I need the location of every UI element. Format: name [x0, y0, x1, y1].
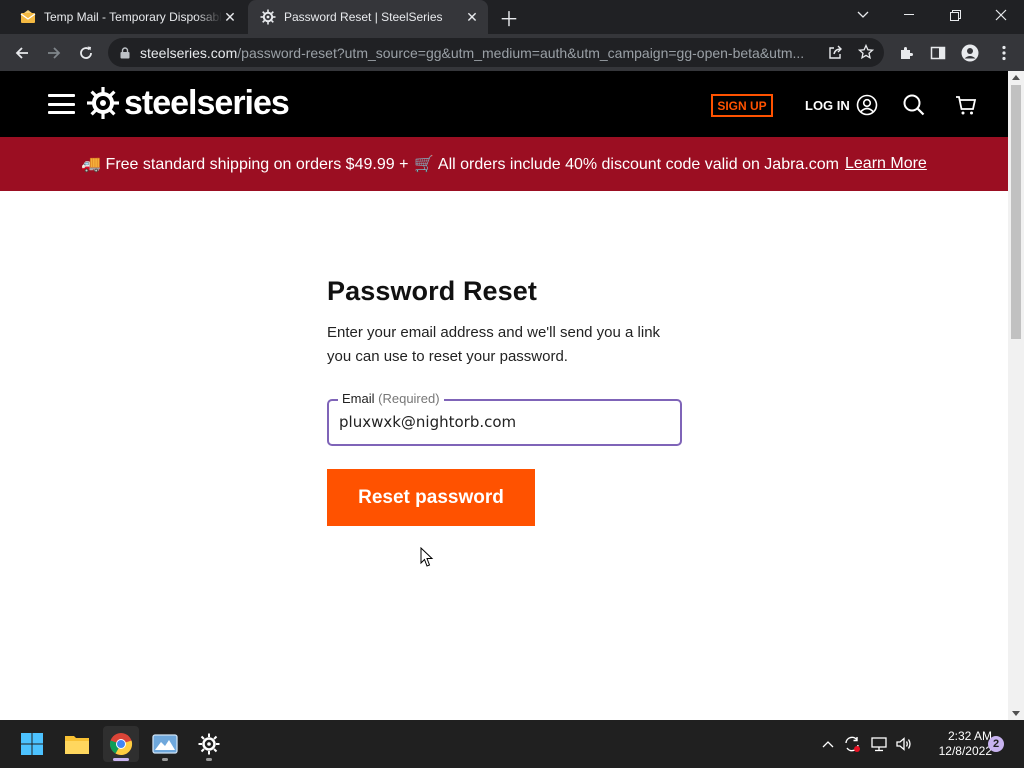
forward-button[interactable] — [40, 39, 68, 67]
promo-shipping-text: 🚚 Free standard shipping on orders $49.9… — [81, 156, 409, 173]
close-window-button[interactable] — [978, 0, 1024, 30]
share-icon[interactable] — [828, 44, 844, 63]
running-app-indicator — [206, 758, 212, 761]
logo-wordmark: steelseries — [124, 83, 290, 122]
reset-password-button[interactable]: Reset password — [327, 469, 535, 526]
notification-badge[interactable]: 2 — [988, 736, 1004, 752]
profile-icon[interactable] — [956, 39, 984, 67]
volume-icon[interactable] — [893, 733, 915, 755]
tab-title: Temp Mail - Temporary Disposable — [44, 10, 222, 24]
browser-menu-icon[interactable] — [990, 39, 1018, 67]
promo-banner: 🚚 Free standard shipping on orders $49.9… — [0, 137, 1008, 191]
search-icon[interactable] — [902, 93, 926, 117]
log-in-button[interactable]: LOG IN — [805, 94, 878, 116]
tab-search-icon[interactable] — [840, 0, 886, 30]
page-title: Password Reset — [327, 276, 537, 306]
back-button[interactable] — [8, 39, 36, 67]
tab-title: Password Reset | SteelSeries — [284, 10, 443, 24]
taskbar: 2:32 AM 12/8/2022 2 — [0, 720, 1024, 768]
address-bar[interactable]: steelseries.com /password-reset?utm_sour… — [108, 38, 884, 67]
restore-button[interactable] — [932, 0, 978, 30]
browser-toolbar: steelseries.com /password-reset?utm_sour… — [0, 34, 1024, 71]
bookmark-star-icon[interactable] — [857, 43, 875, 63]
page-scrollbar[interactable] — [1008, 71, 1024, 720]
new-tab-button[interactable]: ＋ — [497, 5, 521, 31]
browser-tab-strip: Temp Mail - Temporary Disposable ✕ Passw… — [0, 0, 1024, 34]
scrollbar-thumb[interactable] — [1011, 85, 1021, 339]
password-reset-form: Password Reset Enter your email address … — [327, 276, 687, 526]
email-field[interactable]: Email (Required) — [327, 391, 682, 446]
cart-icon[interactable] — [954, 93, 978, 117]
mouse-cursor-icon — [420, 546, 434, 573]
tab-temp-mail[interactable]: Temp Mail - Temporary Disposable ✕ — [8, 0, 246, 34]
log-in-label: LOG IN — [805, 97, 850, 113]
close-tab-icon[interactable]: ✕ — [464, 9, 480, 25]
photos-app-icon[interactable] — [147, 726, 183, 762]
side-panel-icon[interactable] — [924, 39, 952, 67]
sign-up-button[interactable]: SIGN UP — [711, 94, 773, 117]
lock-icon — [120, 46, 130, 59]
url-path: /password-reset?utm_source=gg&utm_medium… — [237, 44, 805, 61]
network-icon[interactable] — [868, 733, 890, 755]
learn-more-link[interactable]: Learn More — [845, 155, 927, 173]
extensions-icon[interactable] — [892, 39, 920, 67]
promo-discount-text: 🛒 All orders include 40% discount code v… — [414, 156, 839, 173]
tray-overflow-chevron-icon[interactable] — [817, 733, 839, 755]
file-explorer-icon[interactable] — [59, 726, 95, 762]
site-header: steelseries SIGN UP LOG IN — [0, 71, 1008, 137]
close-tab-icon[interactable]: ✕ — [222, 9, 238, 25]
minimize-button[interactable] — [886, 0, 932, 30]
tab-password-reset[interactable]: Password Reset | SteelSeries ✕ — [248, 0, 488, 34]
sync-icon[interactable] — [841, 733, 863, 755]
steelseries-logo-icon — [87, 87, 119, 119]
windows-start-icon[interactable] — [14, 726, 50, 762]
account-icon — [856, 94, 878, 116]
email-required-text: (Required) — [378, 391, 440, 406]
running-app-indicator — [162, 758, 168, 761]
steelseries-logo[interactable]: steelseries — [86, 83, 290, 123]
steelseries-gg-icon[interactable] — [191, 726, 227, 762]
hamburger-menu-icon[interactable] — [48, 94, 75, 114]
taskbar-clock[interactable]: 2:32 AM 12/8/2022 — [916, 729, 992, 759]
reload-button[interactable] — [72, 39, 100, 67]
form-description: Enter your email address and we'll send … — [327, 324, 661, 365]
chrome-icon[interactable] — [103, 726, 139, 762]
url-host: steelseries.com — [140, 44, 238, 61]
email-input[interactable] — [339, 413, 669, 431]
scroll-up-arrow-icon[interactable] — [1012, 75, 1020, 80]
web-page: steelseries SIGN UP LOG IN 🚚 Free standa… — [0, 71, 1008, 720]
email-label-text: Email — [342, 391, 375, 406]
clock-time: 2:32 AM — [947, 729, 992, 743]
steelseries-icon — [260, 9, 276, 25]
envelope-icon — [20, 9, 36, 25]
scroll-down-arrow-icon[interactable] — [1012, 711, 1020, 716]
clock-date: 12/8/2022 — [938, 744, 992, 758]
email-label: Email (Required) — [338, 391, 444, 406]
active-app-indicator — [113, 758, 129, 761]
